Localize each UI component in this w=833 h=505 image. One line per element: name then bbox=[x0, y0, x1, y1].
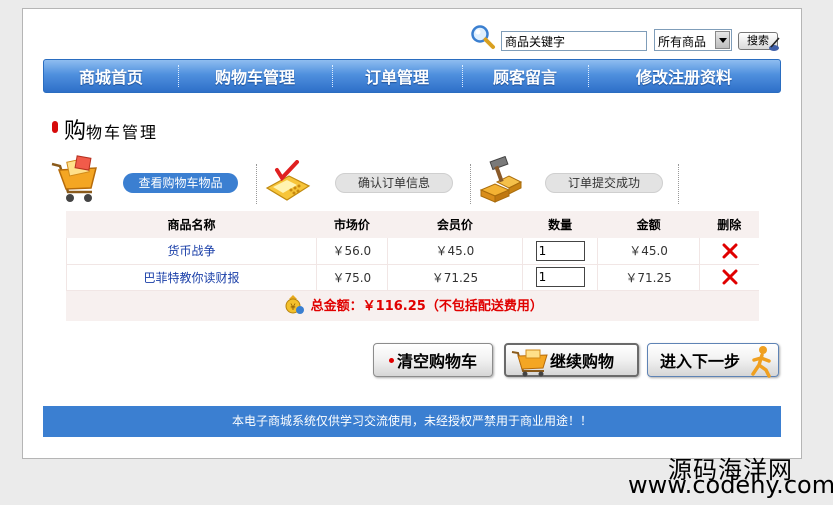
watermark-url: www.codehy.com bbox=[628, 471, 833, 499]
item-amount: ￥71.25 bbox=[597, 264, 700, 291]
col-header-delete: 删除 bbox=[717, 218, 742, 232]
footer-notice: 本电子商城系统仅供学习交流使用，未经授权严禁用于商业用途！！ bbox=[43, 406, 781, 437]
nav-item-profile[interactable]: 修改注册资料 bbox=[588, 60, 780, 92]
svg-text:¥: ¥ bbox=[290, 303, 296, 313]
bullet-icon bbox=[388, 357, 394, 363]
next-step-label: 进入下一步 bbox=[660, 352, 741, 371]
clear-cart-label: 清空购物车 bbox=[396, 352, 477, 371]
quantity-input[interactable] bbox=[535, 240, 585, 261]
table-header-row: 商品名称 市场价 会员价 数量 金额 删除 bbox=[67, 211, 760, 238]
col-header-amount: 金额 bbox=[636, 218, 661, 232]
nav-item-cart[interactable]: 购物车管理 bbox=[178, 60, 332, 92]
money-bag-icon: ¥ bbox=[285, 295, 304, 315]
col-header-market: 市场价 bbox=[333, 218, 370, 232]
title-bullet-icon bbox=[52, 121, 58, 133]
running-man-icon bbox=[751, 346, 771, 378]
next-step-button[interactable]: 进入下一步 bbox=[647, 343, 779, 378]
checkout-steps: 查看购物车物品 确认订单信息 订单提交成功 bbox=[43, 152, 693, 206]
page-title-rest: 物车管理 bbox=[86, 123, 159, 142]
category-select[interactable]: 所有商品 bbox=[654, 29, 732, 51]
total-row: ¥ 总金额：￥116.25（不包括配送费用） bbox=[66, 290, 759, 321]
delete-icon[interactable] bbox=[722, 243, 738, 259]
market-price: ￥56.0 bbox=[315, 238, 388, 265]
continue-shopping-label: 继续购物 bbox=[550, 352, 615, 371]
step-view-cart[interactable]: 查看购物车物品 bbox=[123, 173, 238, 193]
member-price: ￥71.25 bbox=[386, 264, 523, 291]
member-price: ￥45.0 bbox=[386, 238, 523, 265]
step-divider bbox=[256, 164, 257, 204]
col-header-qty: 数量 bbox=[548, 218, 573, 232]
step-divider bbox=[678, 164, 679, 204]
nav-item-home[interactable]: 商城首页 bbox=[44, 60, 178, 92]
item-name-link[interactable]: 巴菲特教你读财报 bbox=[143, 271, 239, 285]
market-price: ￥75.0 bbox=[315, 264, 388, 291]
continue-shopping-button[interactable]: 继续购物 bbox=[504, 343, 639, 377]
nav-item-messages[interactable]: 顾客留言 bbox=[462, 60, 588, 92]
cart-table: 商品名称 市场价 会员价 数量 金额 删除 货币战争 ￥56.0 ￥45.0 ￥… bbox=[66, 211, 759, 321]
col-header-name: 商品名称 bbox=[167, 218, 216, 232]
pen-icon bbox=[769, 37, 780, 51]
search-button-label: 搜索 bbox=[747, 34, 769, 47]
step-divider bbox=[470, 164, 471, 204]
shopping-cart-icon bbox=[511, 349, 548, 377]
cart-total: 总金额：￥116.25（不包括配送费用） bbox=[310, 298, 543, 314]
search-input[interactable] bbox=[501, 31, 647, 51]
nav-item-orders[interactable]: 订单管理 bbox=[332, 60, 462, 92]
item-amount: ￥45.0 bbox=[597, 238, 700, 265]
step-order-success[interactable]: 订单提交成功 bbox=[545, 173, 663, 193]
search-button[interactable]: 搜索 bbox=[738, 32, 780, 51]
magnifier-icon bbox=[471, 25, 495, 49]
page-title-first: 购 bbox=[64, 119, 87, 144]
shopping-cart-icon bbox=[51, 155, 97, 202]
chevron-down-icon bbox=[715, 31, 730, 49]
boxes-hammer-icon bbox=[479, 156, 523, 203]
main-nav: 商城首页 购物车管理 订单管理 顾客留言 修改注册资料 bbox=[43, 59, 781, 93]
clear-cart-button[interactable]: 清空购物车 bbox=[373, 343, 493, 377]
calculator-check-icon bbox=[265, 160, 311, 201]
step-confirm-order[interactable]: 确认订单信息 bbox=[335, 173, 453, 193]
table-row: 巴菲特教你读财报 ￥75.0 ￥71.25 ￥71.25 bbox=[66, 264, 759, 291]
col-header-member: 会员价 bbox=[436, 218, 473, 232]
table-row: 货币战争 ￥56.0 ￥45.0 ￥45.0 bbox=[66, 238, 759, 265]
delete-icon[interactable] bbox=[722, 269, 738, 285]
quantity-input[interactable] bbox=[535, 267, 585, 287]
item-name-link[interactable]: 货币战争 bbox=[167, 244, 215, 258]
category-select-value: 所有商品 bbox=[658, 35, 707, 49]
